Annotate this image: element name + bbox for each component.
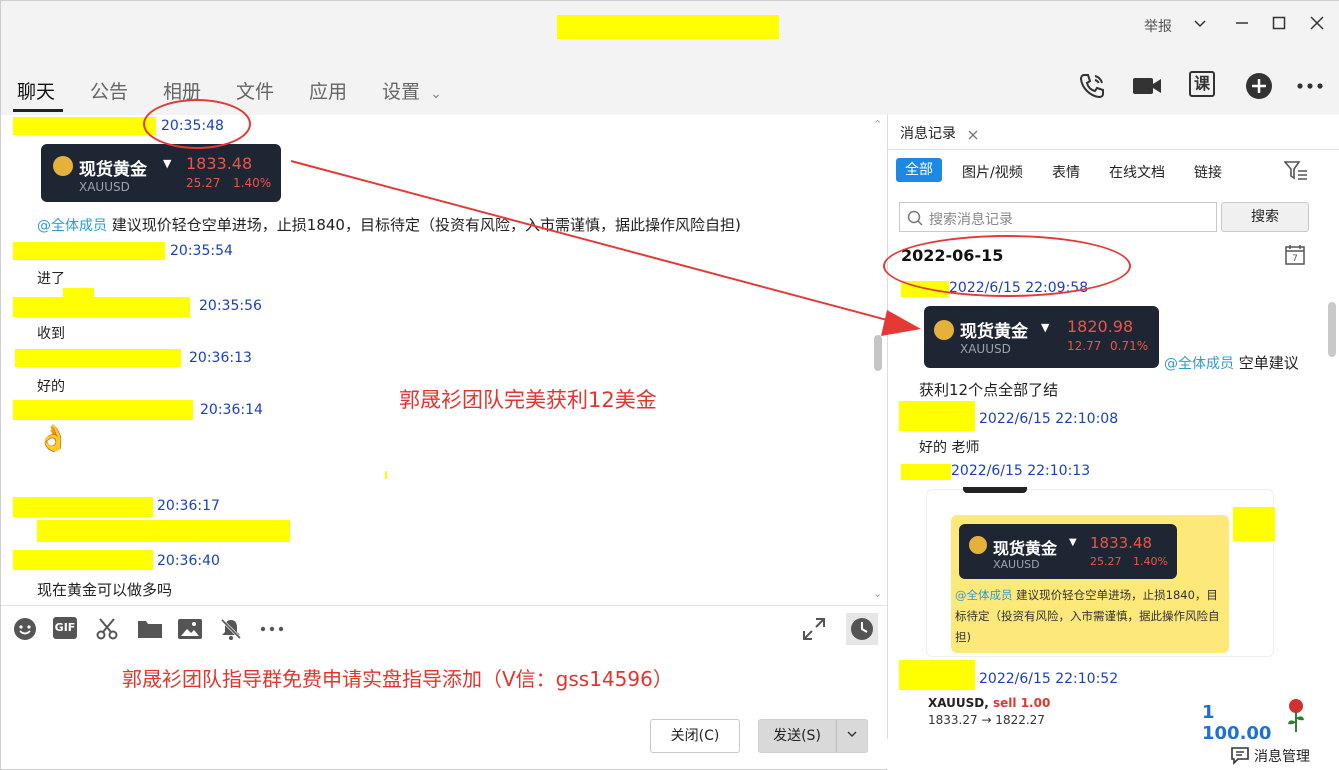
chat-window: 举报 聊天 公告 相册 文件 应用 设置 ⌄ 课 20:35:48 现货黄金 ▼… xyxy=(0,0,1339,770)
annotation-arrow xyxy=(290,160,921,336)
